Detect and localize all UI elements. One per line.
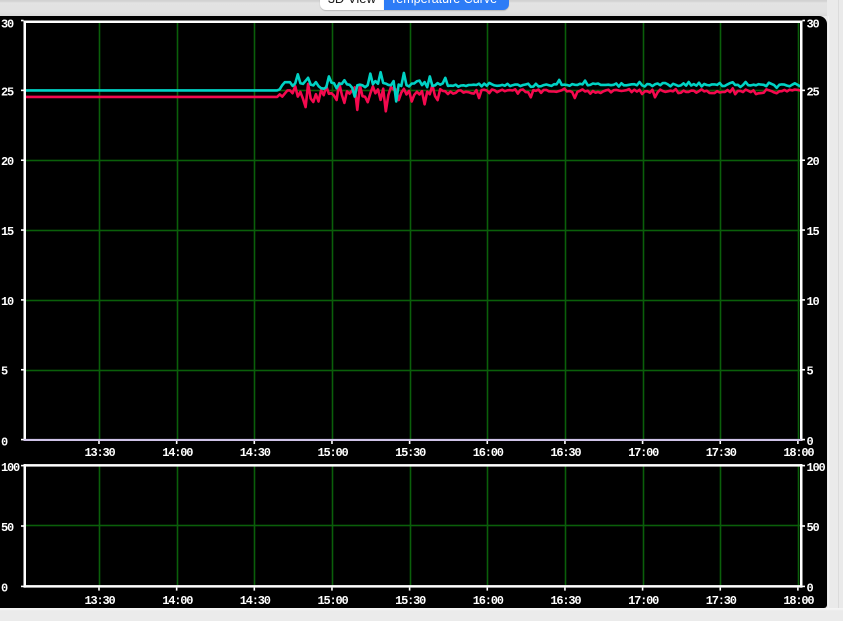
svg-text:18:00: 18:00 [783,594,814,608]
svg-text:16:00: 16:00 [473,446,504,460]
svg-text:14:30: 14:30 [240,446,271,460]
svg-text:0: 0 [1,436,8,450]
svg-text:0: 0 [1,582,8,596]
svg-text:5: 5 [807,365,814,379]
svg-text:14:00: 14:00 [162,594,193,608]
svg-text:18:00: 18:00 [783,446,814,460]
svg-text:15:00: 15:00 [317,594,348,608]
svg-text:30: 30 [807,18,820,32]
svg-text:25: 25 [1,85,14,99]
svg-text:15:30: 15:30 [395,594,426,608]
svg-text:15: 15 [807,225,820,239]
svg-text:16:00: 16:00 [473,594,504,608]
svg-text:30: 30 [1,18,14,32]
svg-text:100: 100 [807,461,826,475]
svg-text:13:30: 13:30 [84,446,115,460]
svg-text:50: 50 [807,521,820,535]
svg-text:17:00: 17:00 [628,594,659,608]
svg-text:14:30: 14:30 [240,594,271,608]
svg-text:50: 50 [1,521,14,535]
svg-text:13:30: 13:30 [84,594,115,608]
svg-text:17:30: 17:30 [706,446,737,460]
svg-text:5: 5 [1,365,8,379]
svg-text:17:00: 17:00 [628,446,659,460]
svg-text:15:00: 15:00 [317,446,348,460]
svg-text:16:30: 16:30 [550,446,581,460]
svg-text:20: 20 [807,155,820,169]
svg-text:15:30: 15:30 [395,446,426,460]
svg-text:10: 10 [807,295,820,309]
svg-text:20: 20 [1,155,14,169]
svg-text:17:30: 17:30 [706,594,737,608]
svg-text:10: 10 [1,295,14,309]
svg-text:15: 15 [1,225,14,239]
svg-text:16:30: 16:30 [550,594,581,608]
svg-text:100: 100 [1,461,20,475]
svg-text:14:00: 14:00 [162,446,193,460]
svg-text:25: 25 [807,85,820,99]
